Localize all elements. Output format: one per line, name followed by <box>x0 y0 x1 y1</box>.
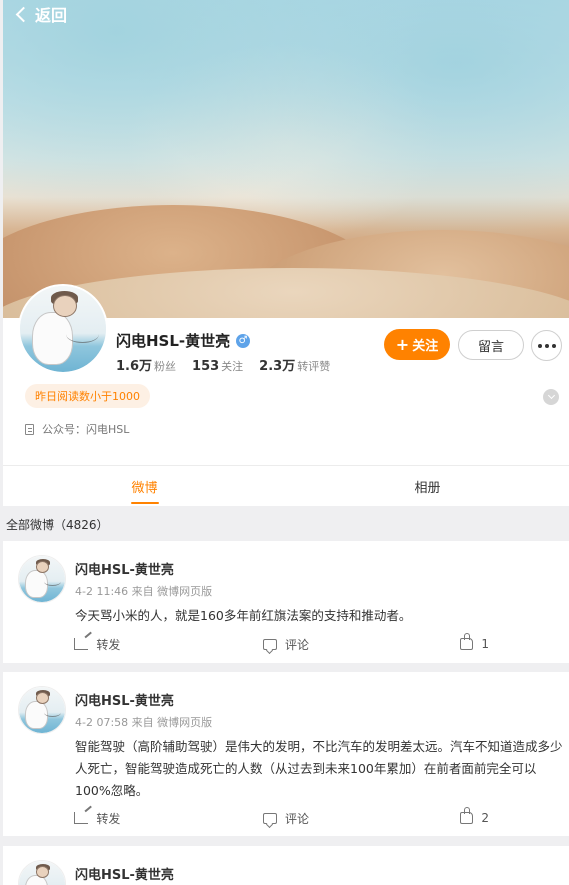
comment-label: 评论 <box>285 637 310 652</box>
share-icon <box>74 812 89 824</box>
follow-label: 关注 <box>412 339 439 354</box>
tab-album-label: 相册 <box>414 480 441 496</box>
post-author[interactable]: 闪电HSL-黄世亮 <box>75 559 174 578</box>
cover-image <box>3 0 569 318</box>
repost-label: 转发 <box>96 637 121 652</box>
profile-page: 返回 闪电HSL-黄世亮 ♂ 1.6万 粉丝 153 关注 2.3万 转评赞 +… <box>0 0 569 885</box>
back-label: 返回 <box>35 6 68 25</box>
comment-icon <box>263 638 277 650</box>
stat-fans-num: 1.6万 <box>116 359 153 374</box>
avatar[interactable] <box>18 860 66 885</box>
post-meta: 4-2 11:46 来自 微博网页版 <box>75 585 213 598</box>
stat-fans[interactable]: 1.6万 粉丝 <box>116 355 176 374</box>
avatar[interactable] <box>18 284 108 374</box>
repost-button[interactable]: 转发 <box>3 631 192 657</box>
like-count: 1 <box>481 637 489 651</box>
stat-interactions-label: 转评赞 <box>297 360 331 373</box>
back-button[interactable]: 返回 <box>14 2 67 26</box>
tab-weibo-label: 微博 <box>131 480 158 496</box>
expand-profile-button[interactable] <box>543 389 559 405</box>
post-card[interactable]: 闪电HSL-黄世亮 <box>3 846 569 885</box>
tab-weibo[interactable]: 微博 <box>3 466 286 506</box>
message-button[interactable]: 留言 <box>458 330 524 360</box>
stat-interactions: 2.3万 转评赞 <box>259 355 330 374</box>
share-icon <box>74 638 89 650</box>
post-author[interactable]: 闪电HSL-黄世亮 <box>75 690 174 709</box>
profile-stats: 1.6万 粉丝 153 关注 2.3万 转评赞 <box>116 355 330 374</box>
comment-label: 评论 <box>285 811 310 826</box>
avatar[interactable] <box>18 686 66 734</box>
stat-following-num: 153 <box>192 359 220 374</box>
account-info: 公众号：闪电HSL <box>25 421 129 437</box>
post-meta: 4-2 07:58 来自 微博网页版 <box>75 716 213 729</box>
stat-following[interactable]: 153 关注 <box>192 355 243 374</box>
stat-fans-label: 粉丝 <box>154 360 177 373</box>
post-text: 今天骂小米的人，就是160多年前红旗法案的支持和推动者。 <box>75 608 412 623</box>
profile-card: 闪电HSL-黄世亮 ♂ 1.6万 粉丝 153 关注 2.3万 转评赞 + 关注 留言… <box>3 284 569 465</box>
post-card[interactable]: 闪电HSL-黄世亮 4-2 11:46 来自 微博网页版 今天骂小米的人，就是1… <box>3 541 569 663</box>
thumbs-up-icon <box>460 807 474 824</box>
like-button[interactable]: 1 <box>380 631 569 657</box>
repost-label: 转发 <box>96 811 121 826</box>
post-actions: 转发 评论 1 <box>3 631 569 657</box>
feed-section-title: 全部微博（4826） <box>6 518 109 532</box>
more-options-button[interactable] <box>531 330 562 361</box>
plus-icon: + <box>395 334 410 354</box>
post-card[interactable]: 闪电HSL-黄世亮 4-2 07:58 来自 微博网页版 智能驾驶（高阶辅助驾驶… <box>3 672 569 836</box>
gender-male-icon: ♂ <box>236 333 251 348</box>
comment-icon <box>263 812 277 824</box>
post-text: 智能驾驶（高阶辅助驾驶）是伟大的发明，不比汽车的发明差太远。汽车不知道造成多少人… <box>75 739 563 798</box>
post-author[interactable]: 闪电HSL-黄世亮 <box>75 864 174 883</box>
profile-tabs: 微博 相册 <box>3 465 569 506</box>
more-dot-icon <box>537 343 542 348</box>
comment-button[interactable]: 评论 <box>192 631 381 657</box>
post-actions: 转发 评论 2 <box>3 805 569 831</box>
chevron-left-icon <box>15 6 32 22</box>
follow-button[interactable]: + 关注 <box>384 329 450 360</box>
chevron-down-icon <box>547 391 555 400</box>
stat-following-label: 关注 <box>221 360 244 373</box>
like-count: 2 <box>481 811 489 825</box>
profile-name-row: 闪电HSL-黄世亮 ♂ <box>116 330 251 351</box>
account-label: 公众号：闪电HSL <box>42 423 130 436</box>
document-icon <box>25 423 34 435</box>
read-count-badge: 昨日阅读数小于1000 <box>25 384 150 408</box>
repost-button[interactable]: 转发 <box>3 805 192 831</box>
thumbs-up-icon <box>460 633 474 650</box>
like-button[interactable]: 2 <box>380 805 569 831</box>
stat-interactions-num: 2.3万 <box>259 359 296 374</box>
message-label: 留言 <box>477 339 504 355</box>
avatar[interactable] <box>18 555 66 603</box>
comment-button[interactable]: 评论 <box>192 805 381 831</box>
read-count-label: 昨日阅读数小于1000 <box>35 390 140 403</box>
profile-name[interactable]: 闪电HSL-黄世亮 <box>116 330 230 351</box>
tab-album[interactable]: 相册 <box>286 466 569 506</box>
